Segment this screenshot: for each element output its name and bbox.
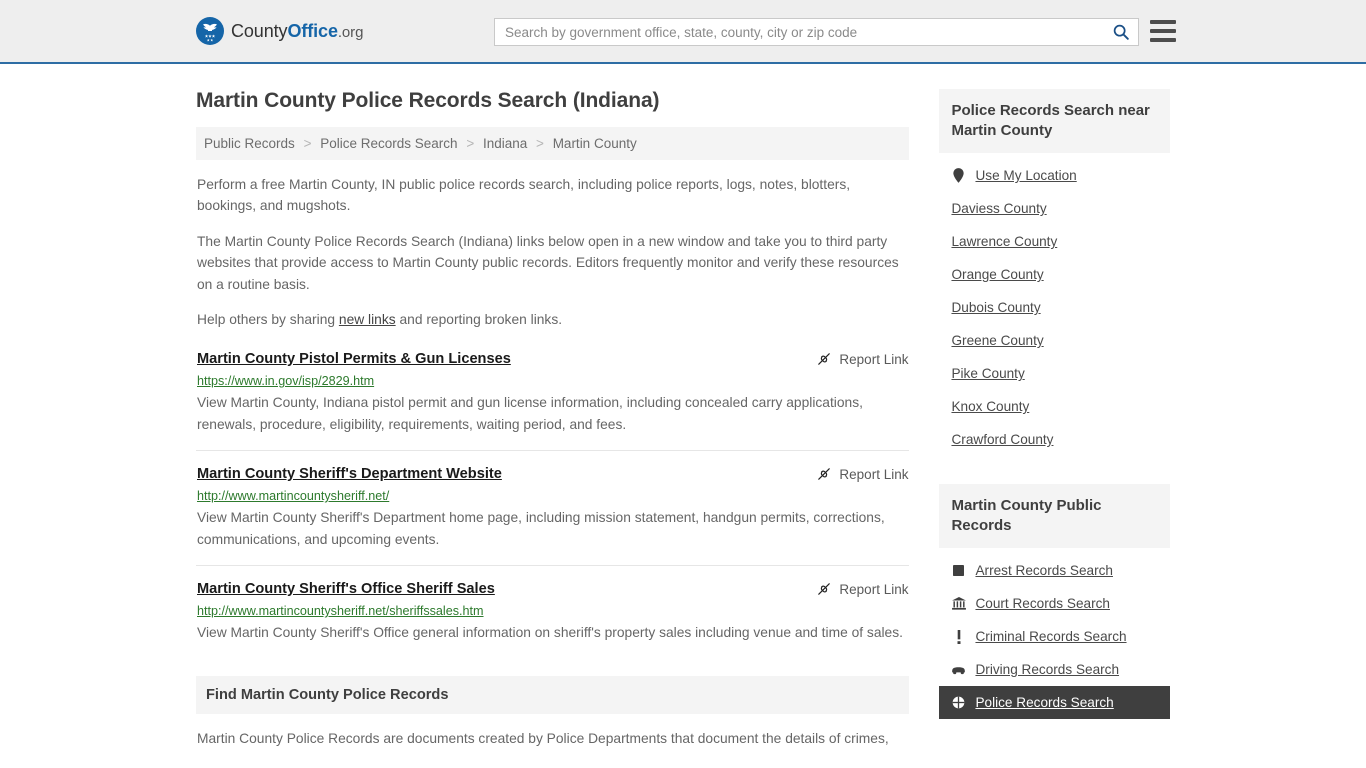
result-title-link[interactable]: Martin County Sheriff's Office Sheriff S… [197,580,495,599]
hamburger-bar [1150,29,1176,33]
search-icon [1113,24,1129,40]
intro-paragraph-1: Perform a free Martin County, IN public … [197,177,851,214]
breadcrumb: Public Records > Police Records Search >… [196,127,910,160]
map-pin-icon [951,168,966,183]
breadcrumb-item-police-records-search[interactable]: Police Records Search [320,136,457,151]
sidebar-item-criminal-records-search[interactable]: Criminal Records Search [939,620,1170,653]
use-my-location-label: Use My Location [975,168,1077,183]
breadcrumb-separator: > [536,136,544,151]
county-link-label: Lawrence County [951,234,1058,249]
sidebar-item-orange-county[interactable]: Orange County [939,258,1170,291]
page-body: Martin County Police Records Search (Ind… [0,64,1366,750]
public-record-label: Driving Records Search [975,662,1120,677]
result-header: Martin County Pistol Permits & Gun Licen… [197,350,908,369]
public-records-heading: Martin County Public Records [939,484,1170,548]
county-link-label: Greene County [951,333,1044,348]
result-title-link[interactable]: Martin County Sheriff's Department Websi… [197,465,502,484]
breadcrumb-separator: > [303,136,312,151]
county-link-label: Dubois County [951,300,1041,315]
result-url[interactable]: http://www.martincountysheriff.net/sheri… [197,603,908,619]
sidebar-item-arrest-records-search[interactable]: Arrest Records Search [939,554,1170,587]
sidebar-item-greene-county[interactable]: Greene County [939,324,1170,357]
sidebar-item-pike-county[interactable]: Pike County [939,357,1170,390]
breadcrumb-item-martin-county[interactable]: Martin County [553,136,637,151]
site-logo[interactable]: CountyOffice.org [196,17,363,45]
sidebar-item-court-records-search[interactable]: Court Records Search [939,587,1170,620]
sidebar: Police Records Search near Martin County… [939,64,1170,750]
broken-link-icon [818,583,831,596]
search-button[interactable] [1104,19,1138,45]
results-list: Martin County Pistol Permits & Gun Licen… [196,350,910,658]
county-link-label: Pike County [951,366,1025,381]
report-link-button[interactable]: Report Link [816,580,908,597]
hamburger-bar [1150,20,1176,24]
result-item: Martin County Sheriff's Department Websi… [196,465,910,567]
nearby-county-list: Use My Location Daviess County Lawrence … [939,159,1170,456]
brand-county: County [231,20,288,41]
sidebar-item-driving-records-search[interactable]: Driving Records Search [939,653,1170,686]
badge-icon [951,696,966,709]
intro-text: Perform a free Martin County, IN public … [196,174,909,330]
county-link-label: Knox County [951,399,1030,414]
county-link-label: Orange County [951,267,1044,282]
report-link-label: Report Link [839,466,909,482]
car-icon [951,664,966,675]
help-paragraph: Help others by sharing new links and rep… [196,309,909,330]
find-records-body: Martin County Police Records are documen… [197,730,889,746]
result-header: Martin County Sheriff's Department Websi… [197,465,908,484]
sidebar-item-dubois-county[interactable]: Dubois County [939,291,1170,324]
brand-office: Office [287,20,338,41]
new-links-link[interactable]: new links [339,312,396,327]
broken-link-icon [818,468,831,481]
main-column: Martin County Police Records Search (Ind… [196,64,910,750]
exclamation-icon [951,629,966,644]
hamburger-bar [1150,38,1176,42]
sidebar-item-use-my-location[interactable]: Use My Location [939,159,1170,192]
courthouse-icon [951,597,966,610]
search-input[interactable] [495,24,1104,40]
help-prefix: Help others by sharing [197,311,339,327]
report-link-label: Report Link [839,581,909,597]
help-suffix: and reporting broken links. [395,311,563,327]
sidebar-item-police-records-search[interactable]: Police Records Search [939,686,1170,719]
find-records-heading: Find Martin County Police Records [196,675,910,714]
result-url[interactable]: https://www.in.gov/isp/2829.htm [197,373,908,389]
intro-paragraph-2: The Martin County Police Records Search … [197,233,899,292]
report-link-label: Report Link [839,351,909,367]
public-record-label: Court Records Search [975,596,1110,611]
report-link-button[interactable]: Report Link [816,350,908,367]
result-description: View Martin County, Indiana pistol permi… [197,394,863,432]
sidebar-item-lawrence-county[interactable]: Lawrence County [939,225,1170,258]
result-url[interactable]: http://www.martincountysheriff.net/ [197,488,908,504]
county-link-label: Daviess County [951,201,1047,216]
sidebar-item-knox-county[interactable]: Knox County [939,390,1170,423]
result-description: View Martin County Sheriff's Department … [197,509,885,547]
sidebar-item-crawford-county[interactable]: Crawford County [939,423,1170,456]
hamburger-menu-icon[interactable] [1150,20,1176,42]
sidebar-item-daviess-county[interactable]: Daviess County [939,192,1170,225]
nearby-search-heading: Police Records Search near Martin County [939,89,1170,153]
result-item: Martin County Sheriff's Office Sheriff S… [196,580,909,658]
result-description: View Martin County Sheriff's Office gene… [197,624,903,640]
countyoffice-eagle-icon [196,17,224,45]
page-title: Martin County Police Records Search (Ind… [196,89,660,112]
result-title-link[interactable]: Martin County Pistol Permits & Gun Licen… [197,350,511,369]
breadcrumb-item-indiana[interactable]: Indiana [483,136,527,151]
site-logo-text: CountyOffice.org [231,21,363,42]
site-header: CountyOffice.org [0,0,1366,64]
report-link-button[interactable]: Report Link [816,465,908,482]
breadcrumb-separator: > [466,136,475,151]
public-record-label: Criminal Records Search [975,629,1127,644]
broken-link-icon [818,353,831,366]
public-records-list: Arrest Records Search Court Records Sear… [939,554,1170,719]
brand-org: .org [337,23,364,41]
public-record-label: Arrest Records Search [975,563,1113,578]
public-record-label: Police Records Search [975,695,1114,710]
breadcrumb-item-public-records[interactable]: Public Records [204,136,295,151]
result-header: Martin County Sheriff's Office Sheriff S… [197,580,908,599]
search-bar [494,18,1139,46]
result-item: Martin County Pistol Permits & Gun Licen… [196,350,910,452]
square-icon [951,565,966,576]
county-link-label: Crawford County [951,432,1054,447]
